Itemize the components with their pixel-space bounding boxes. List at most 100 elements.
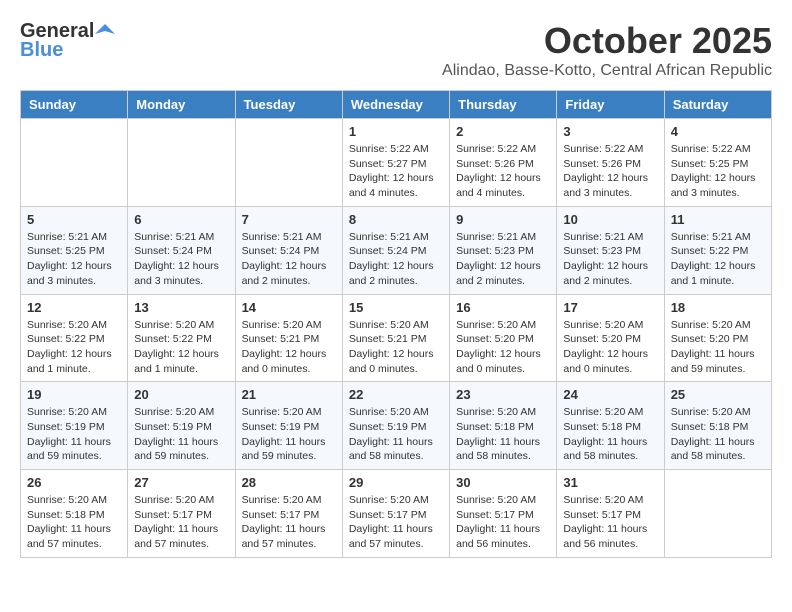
calendar-cell xyxy=(664,470,771,558)
day-number: 8 xyxy=(349,212,443,227)
day-number: 15 xyxy=(349,300,443,315)
day-number: 23 xyxy=(456,387,550,402)
day-number: 25 xyxy=(671,387,765,402)
calendar-cell: 27 Sunrise: 5:20 AM Sunset: 5:17 PM Dayli… xyxy=(128,470,235,558)
day-info: Sunrise: 5:22 AM Sunset: 5:26 PM Dayligh… xyxy=(563,142,657,201)
calendar-cell: 25Sunrise: 5:20 AM Sunset: 5:18 PM Dayli… xyxy=(664,382,771,470)
calendar-cell: 29 Sunrise: 5:20 AM Sunset: 5:17 PM Dayli… xyxy=(342,470,449,558)
calendar-week-5: 26 Sunrise: 5:20 AM Sunset: 5:18 PM Dayli… xyxy=(21,470,772,558)
day-info: Sunrise: 5:20 AM Sunset: 5:19 PM Dayligh… xyxy=(27,405,121,464)
day-info: Sunrise: 5:20 AM Sunset: 5:17 PM Dayligh… xyxy=(456,493,550,552)
calendar-cell: 23Sunrise: 5:20 AM Sunset: 5:18 PM Dayli… xyxy=(450,382,557,470)
day-info: Sunrise: 5:21 AM Sunset: 5:25 PM Dayligh… xyxy=(27,230,121,289)
calendar-header-sunday: Sunday xyxy=(21,91,128,119)
calendar-header-row: SundayMondayTuesdayWednesdayThursdayFrid… xyxy=(21,91,772,119)
calendar-cell: 20 Sunrise: 5:20 AM Sunset: 5:19 PM Dayli… xyxy=(128,382,235,470)
calendar-cell: 1Sunrise: 5:22 AM Sunset: 5:27 PM Daylig… xyxy=(342,119,449,207)
day-number: 13 xyxy=(134,300,228,315)
calendar-cell: 22Sunrise: 5:20 AM Sunset: 5:19 PM Dayli… xyxy=(342,382,449,470)
day-number: 4 xyxy=(671,124,765,139)
day-number: 6 xyxy=(134,212,228,227)
page-header: General Blue October 2025 Alindao, Basse… xyxy=(20,20,772,80)
day-number: 16 xyxy=(456,300,550,315)
day-number: 2 xyxy=(456,124,550,139)
month-title: October 2025 xyxy=(442,20,772,62)
day-number: 5 xyxy=(27,212,121,227)
day-number: 18 xyxy=(671,300,765,315)
day-number: 24 xyxy=(563,387,657,402)
day-info: Sunrise: 5:20 AM Sunset: 5:21 PM Dayligh… xyxy=(349,318,443,377)
day-number: 27 xyxy=(134,475,228,490)
day-info: Sunrise: 5:20 AM Sunset: 5:21 PM Dayligh… xyxy=(242,318,336,377)
day-info: Sunrise: 5:20 AM Sunset: 5:19 PM Dayligh… xyxy=(134,405,228,464)
day-info: Sunrise: 5:20 AM Sunset: 5:18 PM Dayligh… xyxy=(27,493,121,552)
subtitle: Alindao, Basse-Kotto, Central African Re… xyxy=(442,62,772,80)
calendar-header-thursday: Thursday xyxy=(450,91,557,119)
day-info: Sunrise: 5:20 AM Sunset: 5:20 PM Dayligh… xyxy=(563,318,657,377)
day-info: Sunrise: 5:22 AM Sunset: 5:26 PM Dayligh… xyxy=(456,142,550,201)
calendar-week-3: 12 Sunrise: 5:20 AM Sunset: 5:22 PM Dayli… xyxy=(21,294,772,382)
day-number: 29 xyxy=(349,475,443,490)
day-info: Sunrise: 5:20 AM Sunset: 5:17 PM Dayligh… xyxy=(134,493,228,552)
day-info: Sunrise: 5:21 AM Sunset: 5:24 PM Dayligh… xyxy=(134,230,228,289)
day-number: 26 xyxy=(27,475,121,490)
day-info: Sunrise: 5:20 AM Sunset: 5:19 PM Dayligh… xyxy=(242,405,336,464)
day-number: 21 xyxy=(242,387,336,402)
calendar-cell: 16 Sunrise: 5:20 AM Sunset: 5:20 PM Dayli… xyxy=(450,294,557,382)
calendar-cell: 24 Sunrise: 5:20 AM Sunset: 5:18 PM Dayli… xyxy=(557,382,664,470)
calendar-cell: 12 Sunrise: 5:20 AM Sunset: 5:22 PM Dayli… xyxy=(21,294,128,382)
day-info: Sunrise: 5:22 AM Sunset: 5:25 PM Dayligh… xyxy=(671,142,765,201)
logo: General Blue xyxy=(20,20,115,62)
calendar-cell: 30 Sunrise: 5:20 AM Sunset: 5:17 PM Dayli… xyxy=(450,470,557,558)
logo-bird-icon xyxy=(95,22,115,42)
calendar-cell: 9 Sunrise: 5:21 AM Sunset: 5:23 PM Daylig… xyxy=(450,206,557,294)
day-number: 14 xyxy=(242,300,336,315)
calendar-cell: 4 Sunrise: 5:22 AM Sunset: 5:25 PM Daylig… xyxy=(664,119,771,207)
day-number: 20 xyxy=(134,387,228,402)
day-info: Sunrise: 5:21 AM Sunset: 5:23 PM Dayligh… xyxy=(456,230,550,289)
day-info: Sunrise: 5:20 AM Sunset: 5:22 PM Dayligh… xyxy=(27,318,121,377)
day-number: 10 xyxy=(563,212,657,227)
logo-blue-text: Blue xyxy=(20,39,63,62)
calendar-cell: 5 Sunrise: 5:21 AM Sunset: 5:25 PM Daylig… xyxy=(21,206,128,294)
calendar-cell: 28Sunrise: 5:20 AM Sunset: 5:17 PM Dayli… xyxy=(235,470,342,558)
calendar-header-friday: Friday xyxy=(557,91,664,119)
calendar-header-wednesday: Wednesday xyxy=(342,91,449,119)
calendar-cell xyxy=(21,119,128,207)
day-info: Sunrise: 5:21 AM Sunset: 5:22 PM Dayligh… xyxy=(671,230,765,289)
calendar-cell: 18 Sunrise: 5:20 AM Sunset: 5:20 PM Dayli… xyxy=(664,294,771,382)
calendar-week-2: 5 Sunrise: 5:21 AM Sunset: 5:25 PM Daylig… xyxy=(21,206,772,294)
calendar-cell: 14 Sunrise: 5:20 AM Sunset: 5:21 PM Dayli… xyxy=(235,294,342,382)
calendar-week-4: 19 Sunrise: 5:20 AM Sunset: 5:19 PM Dayli… xyxy=(21,382,772,470)
day-info: Sunrise: 5:21 AM Sunset: 5:23 PM Dayligh… xyxy=(563,230,657,289)
day-info: Sunrise: 5:20 AM Sunset: 5:18 PM Dayligh… xyxy=(563,405,657,464)
day-number: 7 xyxy=(242,212,336,227)
day-info: Sunrise: 5:20 AM Sunset: 5:17 PM Dayligh… xyxy=(349,493,443,552)
day-info: Sunrise: 5:20 AM Sunset: 5:17 PM Dayligh… xyxy=(242,493,336,552)
day-number: 9 xyxy=(456,212,550,227)
calendar-cell: 6 Sunrise: 5:21 AM Sunset: 5:24 PM Daylig… xyxy=(128,206,235,294)
day-info: Sunrise: 5:22 AM Sunset: 5:27 PM Dayligh… xyxy=(349,142,443,201)
day-info: Sunrise: 5:20 AM Sunset: 5:20 PM Dayligh… xyxy=(671,318,765,377)
calendar-cell: 10 Sunrise: 5:21 AM Sunset: 5:23 PM Dayli… xyxy=(557,206,664,294)
calendar-cell: 3Sunrise: 5:22 AM Sunset: 5:26 PM Daylig… xyxy=(557,119,664,207)
day-number: 19 xyxy=(27,387,121,402)
day-number: 17 xyxy=(563,300,657,315)
calendar-header-saturday: Saturday xyxy=(664,91,771,119)
day-info: Sunrise: 5:20 AM Sunset: 5:20 PM Dayligh… xyxy=(456,318,550,377)
calendar-week-1: 1Sunrise: 5:22 AM Sunset: 5:27 PM Daylig… xyxy=(21,119,772,207)
title-section: October 2025 Alindao, Basse-Kotto, Centr… xyxy=(442,20,772,80)
calendar-cell xyxy=(128,119,235,207)
day-number: 30 xyxy=(456,475,550,490)
calendar-cell: 15 Sunrise: 5:20 AM Sunset: 5:21 PM Dayli… xyxy=(342,294,449,382)
calendar-cell: 26 Sunrise: 5:20 AM Sunset: 5:18 PM Dayli… xyxy=(21,470,128,558)
day-number: 22 xyxy=(349,387,443,402)
day-info: Sunrise: 5:21 AM Sunset: 5:24 PM Dayligh… xyxy=(349,230,443,289)
day-number: 12 xyxy=(27,300,121,315)
calendar-cell: 17 Sunrise: 5:20 AM Sunset: 5:20 PM Dayli… xyxy=(557,294,664,382)
calendar-cell: 2 Sunrise: 5:22 AM Sunset: 5:26 PM Daylig… xyxy=(450,119,557,207)
day-info: Sunrise: 5:20 AM Sunset: 5:22 PM Dayligh… xyxy=(134,318,228,377)
calendar-cell: 8 Sunrise: 5:21 AM Sunset: 5:24 PM Daylig… xyxy=(342,206,449,294)
day-info: Sunrise: 5:21 AM Sunset: 5:24 PM Dayligh… xyxy=(242,230,336,289)
calendar-cell: 31Sunrise: 5:20 AM Sunset: 5:17 PM Dayli… xyxy=(557,470,664,558)
